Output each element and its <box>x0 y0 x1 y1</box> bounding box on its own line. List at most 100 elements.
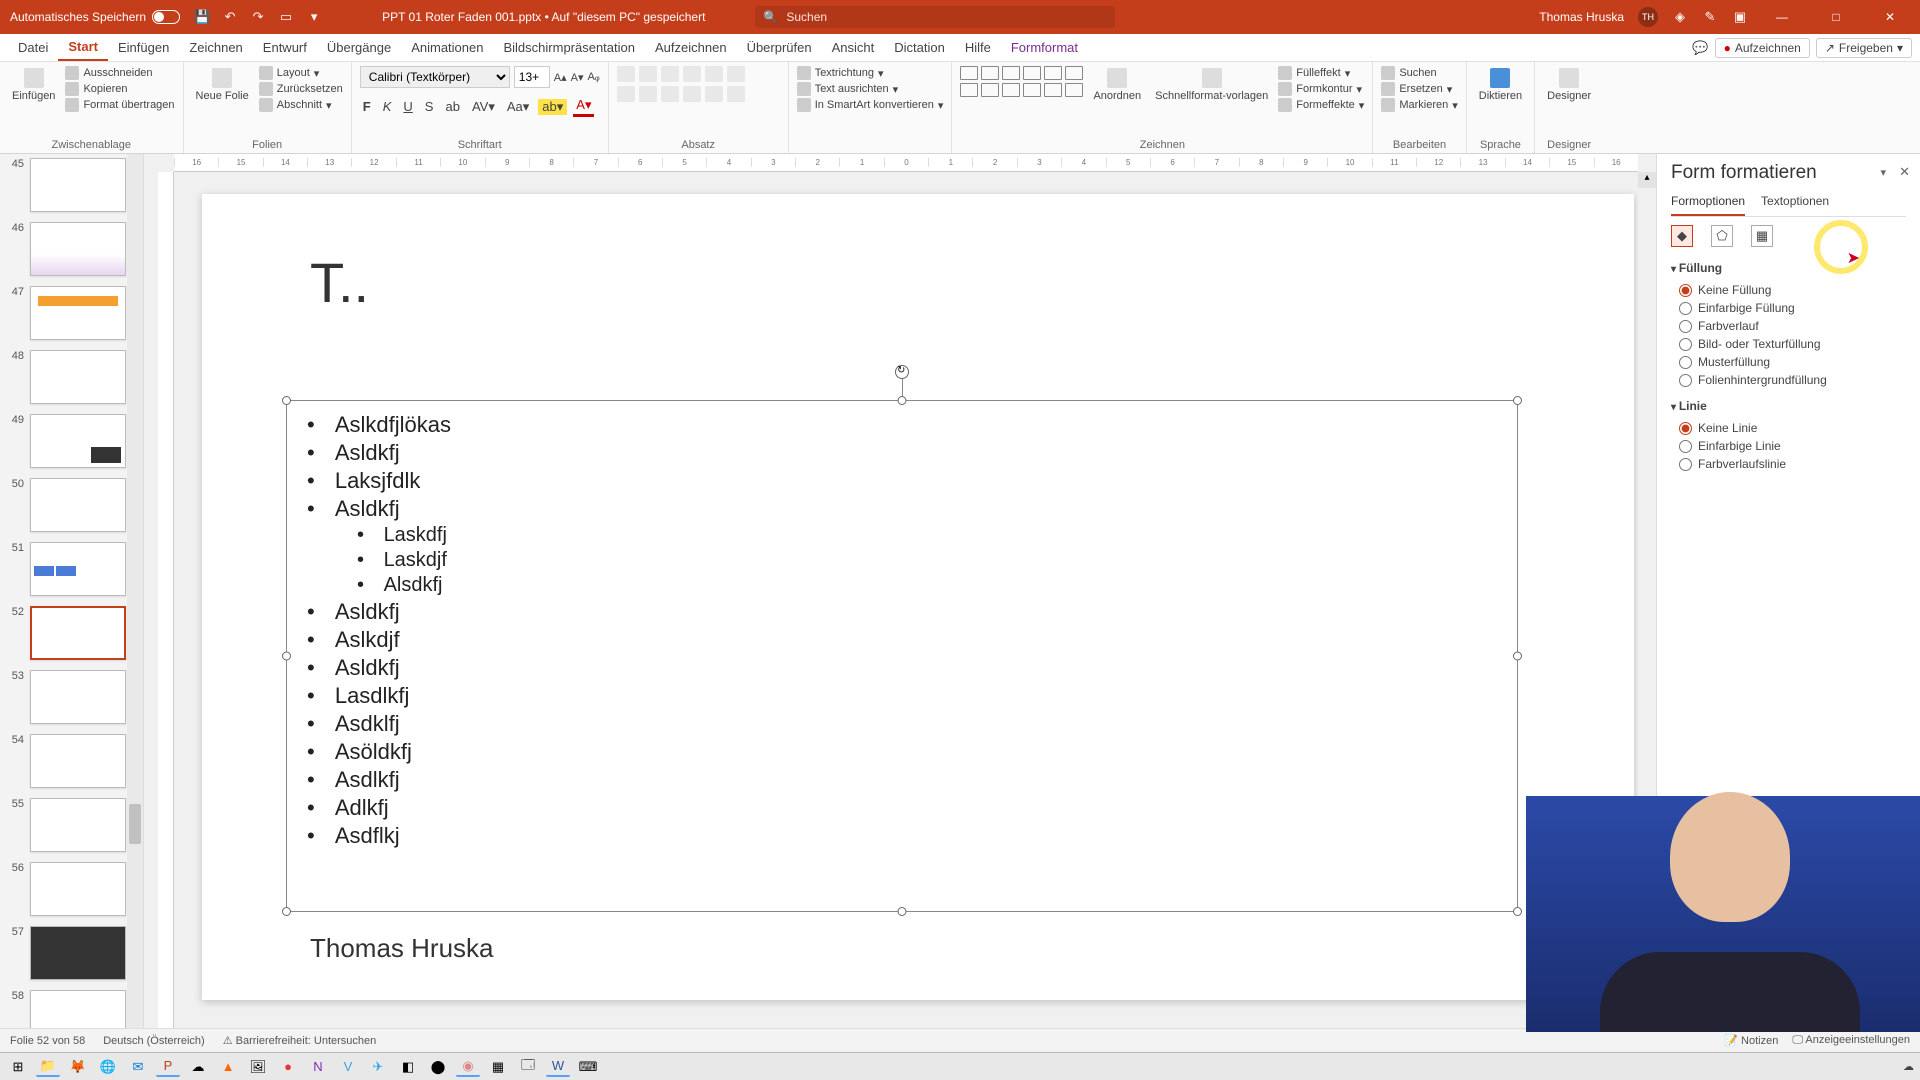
format-painter-button[interactable]: Format übertragen <box>65 98 174 112</box>
smartart-button[interactable]: In SmartArt konvertieren ▾ <box>797 98 944 112</box>
replace-button[interactable]: Ersetzen ▾ <box>1381 82 1457 96</box>
cut-button[interactable]: Ausschneiden <box>65 66 174 80</box>
tab-formformat[interactable]: Formformat <box>1001 34 1088 61</box>
list-item[interactable]: Laskdfj <box>357 523 1497 548</box>
tab-einfuegen[interactable]: Einfügen <box>108 34 179 61</box>
thumb-52[interactable] <box>30 606 126 660</box>
list-item[interactable]: Alsdkfj <box>357 573 1497 598</box>
dictate-button[interactable]: Diktieren <box>1475 66 1526 104</box>
bold-button[interactable]: F <box>360 98 374 115</box>
section-fill-toggle[interactable]: Füllung <box>1671 261 1906 275</box>
highlight-button[interactable]: ab▾ <box>538 99 567 115</box>
system-tray[interactable]: ☁ <box>1903 1060 1914 1073</box>
app-icon[interactable]: ◧ <box>396 1057 420 1077</box>
cloud-icon[interactable]: ☁ <box>1903 1060 1914 1073</box>
minimize-button[interactable]: — <box>1762 2 1802 32</box>
list-item[interactable]: Asldkfj <box>307 439 1497 467</box>
status-accessibility[interactable]: ⚠ Barrierefreiheit: Untersuchen <box>223 1034 377 1047</box>
user-avatar[interactable]: TH <box>1638 7 1658 27</box>
list-level-icon[interactable] <box>727 66 745 82</box>
tab-datei[interactable]: Datei <box>8 34 58 61</box>
outlook-icon[interactable]: ✉ <box>126 1057 150 1077</box>
linespacing-icon[interactable] <box>705 66 723 82</box>
pane-tab-shape[interactable]: Formoptionen <box>1671 194 1745 216</box>
list-item[interactable]: Laksjfdlk <box>307 467 1497 495</box>
fill-solid-radio[interactable]: Einfarbige Füllung <box>1671 299 1906 317</box>
tab-hilfe[interactable]: Hilfe <box>955 34 1001 61</box>
explorer-icon[interactable]: 📁 <box>36 1057 60 1077</box>
list-item[interactable]: Laskdjf <box>357 548 1497 573</box>
reset-button[interactable]: Zurücksetzen <box>259 82 343 96</box>
tab-uebergaenge[interactable]: Übergänge <box>317 34 401 61</box>
chrome-icon[interactable]: 🌐 <box>96 1057 120 1077</box>
tab-aufzeichnen[interactable]: Aufzeichnen <box>645 34 737 61</box>
vlc-icon[interactable]: ▲ <box>216 1057 240 1077</box>
resize-handle[interactable] <box>282 907 291 916</box>
shape-effects-button[interactable]: Formeffekte ▾ <box>1278 98 1364 112</box>
slide-title[interactable]: T.. <box>310 250 369 315</box>
line-solid-radio[interactable]: Einfarbige Linie <box>1671 437 1906 455</box>
designer-button[interactable]: Designer <box>1543 66 1595 104</box>
pane-tab-text[interactable]: Textoptionen <box>1761 194 1829 216</box>
case-button[interactable]: Aa▾ <box>504 98 532 116</box>
status-notes[interactable]: 📝 Notizen <box>1724 1034 1778 1047</box>
thumb-54[interactable] <box>30 734 126 788</box>
undo-icon[interactable]: ↶ <box>222 9 238 25</box>
numbering-icon[interactable] <box>639 66 657 82</box>
list-item[interactable]: Adlkfj <box>307 794 1497 822</box>
arrange-button[interactable]: Anordnen <box>1089 66 1145 104</box>
spacing-button[interactable]: AV▾ <box>469 98 498 116</box>
line-gradient-radio[interactable]: Farbverlaufslinie <box>1671 455 1906 473</box>
size-props-icon[interactable]: ▦ <box>1751 225 1773 247</box>
shape-gallery[interactable] <box>960 66 1083 97</box>
record-button[interactable]: ●Aufzeichnen <box>1715 38 1810 58</box>
obs-icon[interactable]: ⬤ <box>426 1057 450 1077</box>
align-left-icon[interactable] <box>617 86 635 102</box>
list-item[interactable]: Asldkfj <box>307 654 1497 682</box>
start-button[interactable]: ⊞ <box>6 1057 30 1077</box>
font-name-select[interactable]: Calibri (Textkörper) <box>360 66 510 88</box>
line-none-radio[interactable]: Keine Linie <box>1671 419 1906 437</box>
comments-icon[interactable]: 💬 <box>1692 40 1708 56</box>
thumb-45[interactable] <box>30 158 126 212</box>
list-item[interactable]: Aslkdfjlökas <box>307 411 1497 439</box>
thumb-49[interactable] <box>30 414 126 468</box>
powerpoint-icon[interactable]: P <box>156 1057 180 1077</box>
resize-handle[interactable] <box>282 652 291 661</box>
thumbs-scrollbar[interactable] <box>127 154 143 1028</box>
shape-outline-button[interactable]: Formkontur ▾ <box>1278 82 1364 96</box>
grow-font-icon[interactable]: A▴ <box>554 71 567 84</box>
fill-slidebg-radio[interactable]: Folienhintergrundfüllung <box>1671 371 1906 389</box>
save-icon[interactable]: 💾 <box>194 9 210 25</box>
thumb-47[interactable] <box>30 286 126 340</box>
share-button[interactable]: ↗Freigeben▾ <box>1816 38 1912 58</box>
shrink-font-icon[interactable]: A▾ <box>571 71 584 84</box>
pane-collapse-icon[interactable]: ▾ <box>1880 166 1886 179</box>
firefox-icon[interactable]: 🦊 <box>66 1057 90 1077</box>
font-color-button[interactable]: A▾ <box>573 96 594 117</box>
app-icon[interactable]: ▦ <box>486 1057 510 1077</box>
status-slide-number[interactable]: Folie 52 von 58 <box>10 1035 85 1047</box>
slideshow-icon[interactable]: ▭ <box>278 9 294 25</box>
search-input[interactable] <box>786 10 1107 24</box>
tab-animationen[interactable]: Animationen <box>401 34 493 61</box>
app-icon[interactable]: 🖼 <box>246 1057 270 1077</box>
pen-icon[interactable]: ✎ <box>1702 9 1718 25</box>
copy-button[interactable]: Kopieren <box>65 82 174 96</box>
fill-picture-radio[interactable]: Bild- oder Texturfüllung <box>1671 335 1906 353</box>
slide-canvas[interactable]: T.. Aslkdfjlökas Asldkfj Laksjfdlk <box>202 194 1634 1000</box>
list-item[interactable]: Lasdlkfj <box>307 682 1497 710</box>
indent-icon[interactable] <box>683 66 701 82</box>
status-language[interactable]: Deutsch (Österreich) <box>103 1035 204 1047</box>
app-icon[interactable]: ☁ <box>186 1057 210 1077</box>
tab-ansicht[interactable]: Ansicht <box>822 34 885 61</box>
shape-fill-button[interactable]: Fülleffekt ▾ <box>1278 66 1364 80</box>
clear-format-icon[interactable]: Aᵩ <box>588 71 600 83</box>
close-button[interactable]: ✕ <box>1870 2 1910 32</box>
bullets-icon[interactable] <box>617 66 635 82</box>
scroll-up-icon[interactable]: ▴ <box>1638 172 1656 188</box>
resize-handle[interactable] <box>1513 652 1522 661</box>
thumb-46[interactable] <box>30 222 126 276</box>
align-right-icon[interactable] <box>661 86 679 102</box>
select-button[interactable]: Markieren ▾ <box>1381 98 1457 112</box>
